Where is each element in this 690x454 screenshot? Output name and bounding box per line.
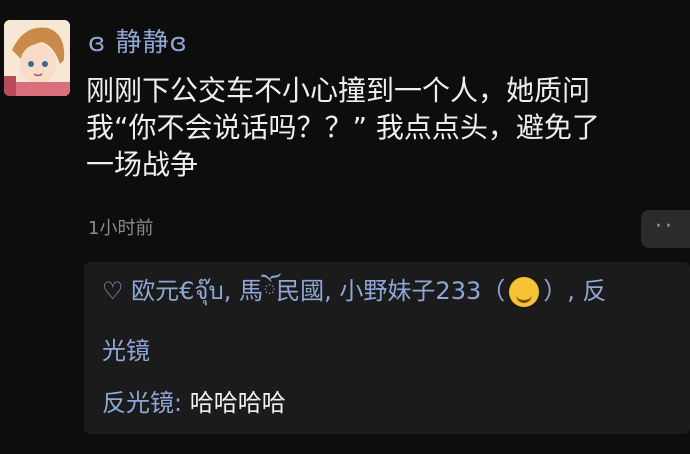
likes-list: ♡ 欧元€จุ๊บ, 馬ོ民國, 小野妹子233（ ）, 反 bbox=[102, 274, 607, 308]
avatar[interactable] bbox=[4, 20, 70, 96]
post-line: 刚刚下公交车不小心撞到一个人，她质问 bbox=[86, 74, 591, 107]
likes-names-continued[interactable]: 光镜 bbox=[102, 334, 150, 368]
likes-names-tail[interactable]: ）, 反 bbox=[543, 277, 606, 305]
post-time: 1小时前 bbox=[88, 218, 154, 239]
avatar-image bbox=[4, 20, 70, 96]
comment-text: 哈哈哈哈 bbox=[189, 389, 286, 417]
post-line: 一场战争 bbox=[86, 148, 199, 181]
grinning-face-emoji-icon bbox=[509, 277, 540, 307]
username[interactable]: ɞ 静静ɞ bbox=[88, 22, 188, 59]
more-dots-icon: ·· bbox=[655, 214, 675, 239]
comment-separator: : bbox=[174, 389, 190, 417]
comment-author[interactable]: 反光镜 bbox=[102, 389, 174, 417]
likes-names[interactable]: ♡ 欧元€จุ๊บ, 馬ོ民國, 小野妹子233（ bbox=[102, 277, 505, 305]
more-options-button[interactable]: ·· bbox=[641, 210, 690, 248]
post-line: 我“你不会说话吗？？” 我点点头，避免了 bbox=[86, 111, 600, 144]
moment-post: ɞ 静静ɞ 刚刚下公交车不小心撞到一个人，她质问 我“你不会说话吗？？” 我点点… bbox=[0, 0, 690, 454]
comment-row[interactable]: 反光镜: 哈哈哈哈 bbox=[102, 386, 286, 420]
post-content: 刚刚下公交车不小心撞到一个人，她质问 我“你不会说话吗？？” 我点点头，避免了 … bbox=[86, 72, 676, 183]
